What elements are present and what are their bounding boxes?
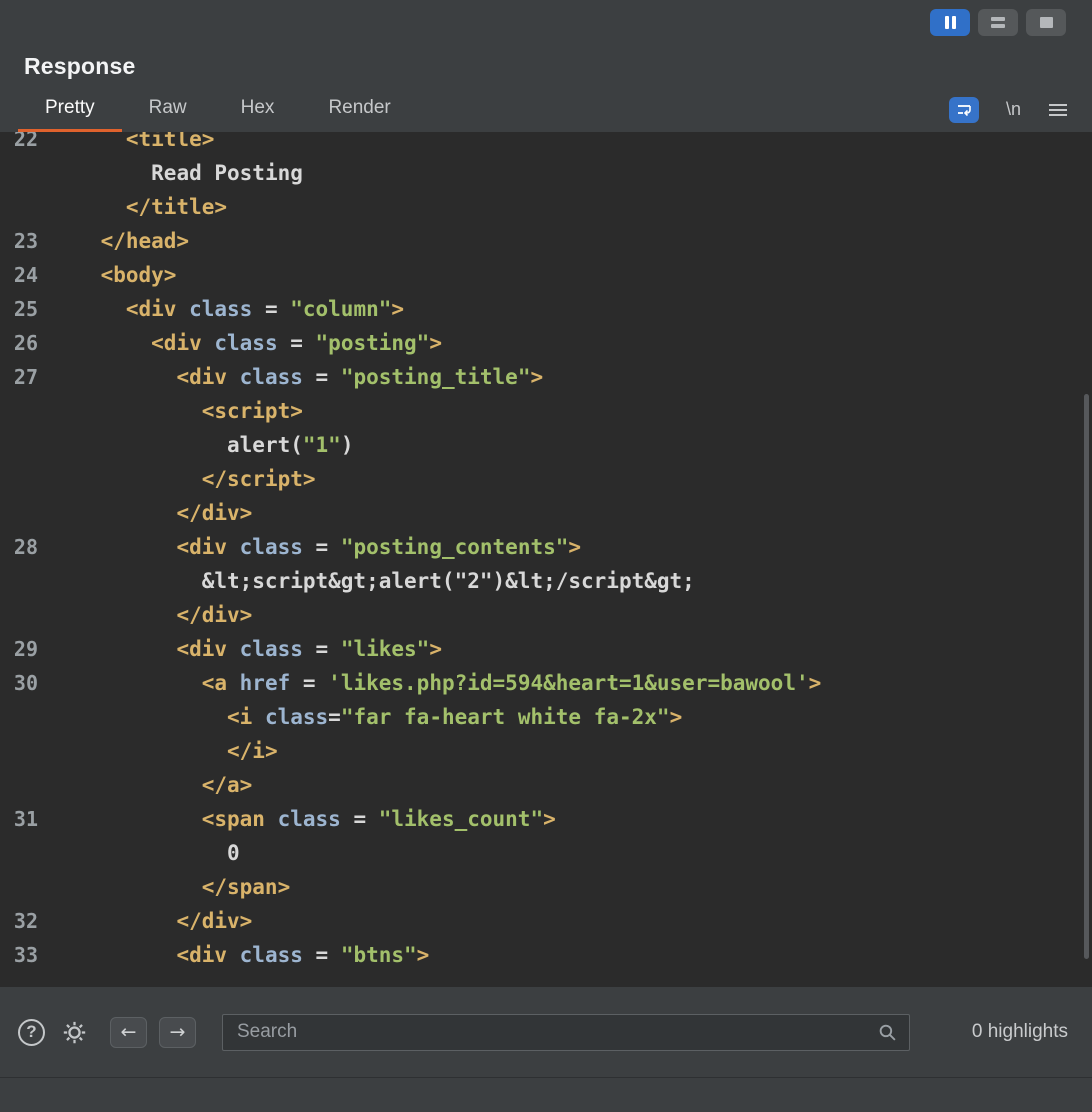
code-text: <i class="far fa-heart white fa-2x"> [227,704,683,729]
show-newlines-toggle[interactable]: \n [1006,99,1021,120]
next-match-button[interactable]: → [159,1016,196,1048]
code-text: </head> [100,228,190,253]
code-line: </div> [0,496,1092,530]
line-number: 31 [13,806,38,831]
response-tabs: Pretty Raw Hex Render [18,88,418,132]
code-line: 29 <div class = "likes"> [0,632,1092,666]
code-text: <div class = "btns"> [176,942,430,967]
code-text: <div class = "column"> [125,296,405,321]
tab-raw[interactable]: Raw [122,88,214,132]
code-text: &lt;script&gt;alert("2")&lt;/script&gt; [201,568,695,593]
code-line: 28 <div class = "posting_contents"> [0,530,1092,564]
code-text: </div> [176,602,253,627]
search-icon [878,1023,897,1042]
code-text: alert("1") [227,432,354,457]
line-number: 33 [13,942,38,967]
line-number: 24 [13,262,38,287]
code-line: </a> [0,768,1092,802]
response-editor[interactable]: 22 <title> Read Posting </title> 23 </hea… [0,131,1092,988]
code-lines: 22 <title> Read Posting </title> 23 </hea… [0,132,1092,972]
line-number: 25 [13,296,38,321]
code-line: 26 <div class = "posting"> [0,326,1092,360]
tab-hex[interactable]: Hex [214,88,302,132]
response-tab-bar: Pretty Raw Hex Render \n [0,88,1092,132]
code-line: <script> [0,394,1092,428]
scrollbar-thumb[interactable] [1084,393,1089,959]
code-text: <title> [125,131,215,151]
code-text: <span class = "likes_count"> [201,806,556,831]
status-strip [0,1077,1092,1112]
tab-render[interactable]: Render [301,88,417,132]
code-line: <i class="far fa-heart white fa-2x"> [0,700,1092,734]
code-line: alert("1") [0,428,1092,462]
layout-columns-button[interactable] [930,9,970,37]
code-line: &lt;script&gt;alert("2")&lt;/script&gt; [0,564,1092,598]
line-number: 22 [13,131,38,151]
line-number: 29 [13,636,38,661]
code-line: 23 </head> [0,224,1092,258]
burp-response-panel: Response Pretty Raw Hex Render \n 22 <tit [0,0,1092,1112]
code-text: <div class = "posting_title"> [176,364,544,389]
code-text: <script> [201,398,303,423]
code-text: 0 [227,840,240,865]
code-text: <div class = "posting_contents"> [176,534,582,559]
code-line: </script> [0,462,1092,496]
code-text: </i> [227,738,278,763]
code-text: <body> [100,262,177,287]
line-number: 23 [13,228,38,253]
code-line: </title> [0,190,1092,224]
panel-title: Response [24,53,136,80]
code-line: 33 <div class = "btns"> [0,938,1092,972]
code-line: 25 <div class = "column"> [0,292,1092,326]
code-line: 27 <div class = "posting_title"> [0,360,1092,394]
word-wrap-icon [957,104,971,116]
single-layout-icon [1039,17,1053,29]
tab-tools: \n [948,88,1068,132]
code-line: 32 </div> [0,904,1092,938]
code-text: </div> [176,500,253,525]
line-number: 28 [13,534,38,559]
code-text: <div class = "likes"> [176,636,442,661]
help-icon[interactable]: ? [18,1018,45,1046]
line-number: 32 [13,908,38,933]
search-toolbar: ? ← → 0 highlights [0,987,1092,1077]
code-line: </i> [0,734,1092,768]
code-text: </script> [201,466,316,491]
highlights-count: 0 highlights [971,1021,1068,1043]
columns-layout-icon [944,16,956,30]
code-line: 31 <span class = "likes_count"> [0,802,1092,836]
tab-pretty[interactable]: Pretty [18,88,122,132]
code-text: <div class = "posting"> [151,330,442,355]
code-line: 22 <title> [0,132,1092,156]
layout-single-button[interactable] [1026,9,1066,37]
line-number: 26 [13,330,38,355]
code-line: Read Posting [0,156,1092,190]
code-text: </a> [201,772,253,797]
top-strip [0,0,1092,46]
code-text: Read Posting [151,160,303,185]
word-wrap-toggle-button[interactable] [948,96,979,123]
code-line: </div> [0,598,1092,632]
layout-rows-button[interactable] [978,9,1018,37]
code-text: </span> [201,874,291,899]
search-box [222,1013,910,1051]
search-input[interactable] [235,1020,878,1045]
code-line: 30 <a href = 'likes.php?id=594&heart=1&u… [0,666,1092,700]
line-number: 27 [13,364,38,389]
prev-match-button[interactable]: ← [110,1016,147,1048]
code-line: 0 [0,836,1092,870]
code-text: </div> [176,908,253,933]
hamburger-menu-icon[interactable] [1048,102,1068,118]
line-number: 30 [13,670,38,695]
rows-layout-icon [991,17,1005,29]
title-row: Response [0,46,1092,88]
code-line: 24 <body> [0,258,1092,292]
code-line: </span> [0,870,1092,904]
settings-gear-icon[interactable] [61,1019,88,1046]
code-text: </title> [125,194,228,219]
code-text: <a href = 'likes.php?id=594&heart=1&user… [201,670,822,695]
